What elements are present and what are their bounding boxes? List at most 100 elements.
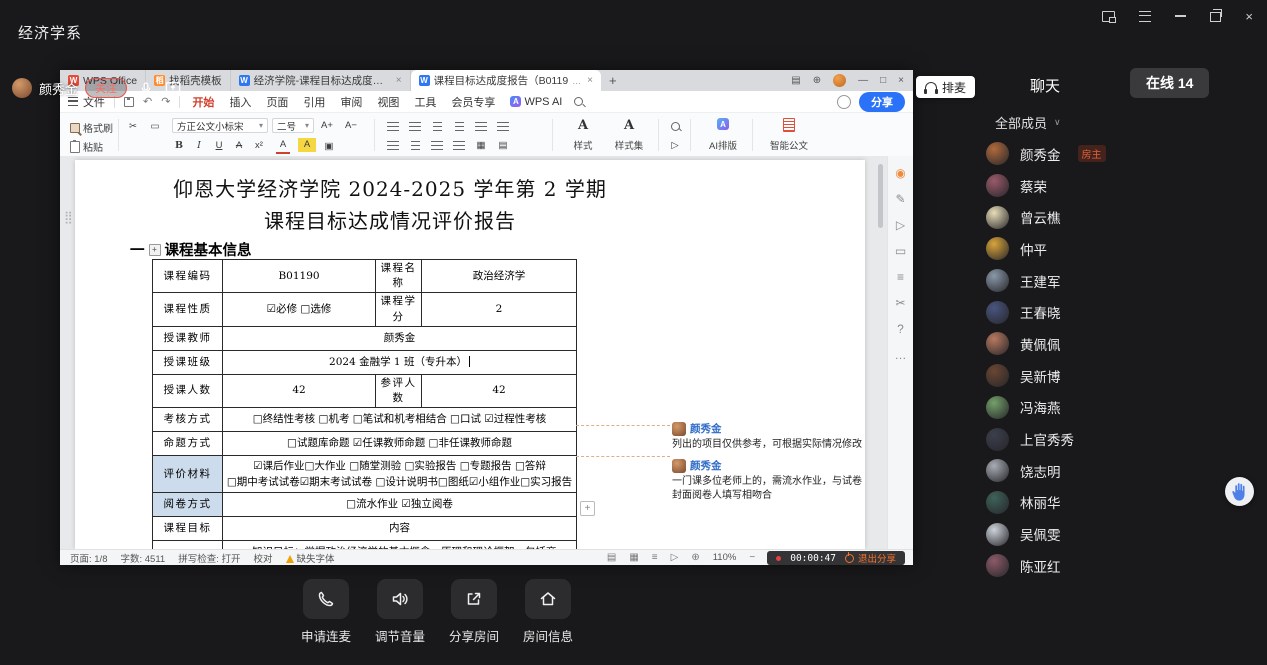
ai-layout-button[interactable]: AAI排版 [702,118,744,152]
paste-button[interactable]: 粘贴 [70,139,103,154]
table-value-cell[interactable]: 42 [223,374,376,407]
member-row[interactable]: 吴新博 [986,360,1261,392]
table-value-cell[interactable]: B01190 [223,260,376,293]
character-border-icon[interactable]: ▣ [322,139,336,153]
table-value-cell[interactable]: 内容 [223,517,577,541]
share-button[interactable]: 分享 [859,92,905,112]
comment[interactable]: 颜秀金 一门课多位老师上的，需流水作业，与试卷封面阅卷人填写相吻合 [672,458,865,502]
styles-button[interactable]: A样式 [566,118,600,152]
zoom-out-icon[interactable]: − [749,552,755,563]
screen-share-icon[interactable] [165,81,181,95]
table-value-cell[interactable]: 42 [422,374,577,407]
member-row[interactable]: 王春晓 [986,296,1261,328]
table-label-cell[interactable]: 课程学分 [376,293,422,326]
mic-icon[interactable] [139,81,153,96]
table-value-cell[interactable]: 2024 金融学 1 班（专升本） [223,350,577,374]
align-right-icon[interactable] [430,138,444,152]
style-set-button[interactable]: A样式集 [608,118,650,152]
select-cursor-icon[interactable]: ▷ [896,218,905,232]
more-tools-icon[interactable]: … [895,348,907,362]
increase-indent-icon[interactable] [452,119,466,133]
document-page[interactable]: 仰恩大学经济学院 2024-2025 学年第 2 学期 课程目标达成情况评价报告… [75,160,865,549]
table-label-cell[interactable]: 阅卷方式 [153,493,223,517]
highlight-color-icon[interactable]: A [298,138,316,152]
table-value-cell[interactable]: □终结性考核 □机考 □笔试和机考相结合 □口试 ☑过程性考核 [223,408,577,432]
paragraph-mark-icon[interactable] [474,119,488,133]
table-value-cell[interactable]: □试题库命题 ☑任课教师命题 □非任课教师命题 [223,432,577,456]
scissors-icon[interactable]: ✂ [895,296,905,310]
follow-button[interactable]: 关注 [85,78,127,98]
wps-account-avatar[interactable] [833,74,846,87]
font-name-select[interactable]: 方正公文小标宋▾ [172,118,268,133]
table-value-cell[interactable]: ☑课后作业□大作业 □随堂测验 □实验报告 □专题报告 □答辩□期中考试试卷☑期… [223,456,577,493]
request-mic-button[interactable]: 申请连麦 [300,579,352,645]
search-icon[interactable] [574,97,583,106]
italic-icon[interactable]: I [192,138,206,152]
table-label-cell[interactable]: 目标 1 [153,541,223,549]
smart-doc-button[interactable]: 智能公文 [764,118,814,152]
table-label-cell[interactable]: 授课教师 [153,326,223,350]
find-icon[interactable] [668,119,682,133]
exit-share-button[interactable]: 退出分享 [845,551,896,565]
tab-close-icon[interactable]: × [394,75,402,86]
menu-tab-insert[interactable]: 插入 [226,94,254,110]
table-value-cell[interactable]: 知识目标：掌握政治经济学的基本概念、原理和理论框架，包括商品、价值、货币、市场经… [223,541,577,549]
cloud-sync-icon[interactable] [837,95,851,109]
room-info-button[interactable]: 房间信息 [522,579,574,645]
missing-font-warning[interactable]: 缺失字体 [286,551,335,565]
queue-mic-button[interactable]: 排麦 [916,76,975,98]
play-view-icon[interactable]: ▷ [671,552,679,563]
align-left-icon[interactable] [386,138,400,152]
member-row[interactable]: 冯海燕 [986,392,1261,424]
line-spacing-icon[interactable] [496,119,510,133]
table-value-cell[interactable]: 2 [422,293,577,326]
paragraph-drag-handle[interactable]: ⣿ [64,212,73,223]
member-row[interactable]: 上官秀秀 [986,423,1261,455]
cut-icon[interactable]: ✂ [126,119,140,133]
wps-maximize-icon[interactable]: □ [880,75,886,86]
table-label-cell[interactable]: 课程性质 [153,293,223,326]
document-scrollbar[interactable] [878,164,883,228]
wps-minimize-icon[interactable]: — [858,75,868,86]
menu-tab-reference[interactable]: 引用 [300,94,328,110]
member-row[interactable]: 曾云樵 [986,201,1261,233]
font-size-select[interactable]: 二号▾ [272,118,314,133]
copy-icon[interactable]: ▭ [148,119,162,133]
members-filter-dropdown[interactable]: 全部成员 ∨ [995,113,1061,132]
member-row[interactable]: 陈亚红 [986,550,1261,582]
proofread-button[interactable]: 校对 [254,551,273,565]
menu-tab-review[interactable]: 审阅 [337,94,365,110]
pen-icon[interactable]: ✎ [895,192,905,206]
raise-hand-button[interactable] [1225,477,1254,506]
bullet-list-icon[interactable] [386,119,400,133]
table-label-cell[interactable]: 课程名称 [376,260,422,293]
wps-tab-active-doc[interactable]: W 课程目标达成度报告（B0119 … × [411,70,601,91]
table-label-cell[interactable]: 课程编码 [153,260,223,293]
print-layout-icon[interactable]: ▦ [629,552,638,563]
font-color-icon[interactable]: A [276,138,290,154]
wps-tab-template-doc[interactable]: W 经济学院-课程目标达成度报告模板... × [231,70,411,91]
help-icon[interactable]: ? [897,322,904,336]
volume-button[interactable]: 调节音量 [374,579,426,645]
zoom-fit-icon[interactable]: ⊕ [691,552,699,563]
justify-icon[interactable] [452,138,466,152]
shading-icon[interactable]: ▦ [474,138,488,152]
table-value-cell[interactable]: 政治经济学 [422,260,577,293]
spellcheck-status[interactable]: 拼写检查: 打开 [178,551,240,565]
align-center-icon[interactable] [408,138,422,152]
table-value-cell[interactable]: ☑必修 □选修 [223,293,376,326]
table-value-cell[interactable]: 颜秀金 [223,326,577,350]
member-row[interactable]: 黄佩佩 [986,328,1261,360]
comment[interactable]: 颜秀金 列出的项目仅供参考，可根据实际情况修改 [672,421,865,452]
member-row[interactable]: 蔡荣 [986,170,1261,202]
wps-close-icon[interactable]: × [898,75,904,86]
word-count[interactable]: 字数: 4511 [121,551,166,565]
tab-online-members[interactable]: 在线 14 [1130,68,1209,98]
member-row[interactable]: 吴佩雯 [986,518,1261,550]
member-row[interactable]: 林丽华 [986,487,1261,519]
menu-tab-wps-ai[interactable]: AWPS AI [507,96,565,108]
select-icon[interactable]: ▷ [668,138,682,152]
borders-icon[interactable]: ▤ [496,138,510,152]
strikethrough-icon[interactable]: A [232,138,246,152]
table-label-cell[interactable]: 授课人数 [153,374,223,407]
